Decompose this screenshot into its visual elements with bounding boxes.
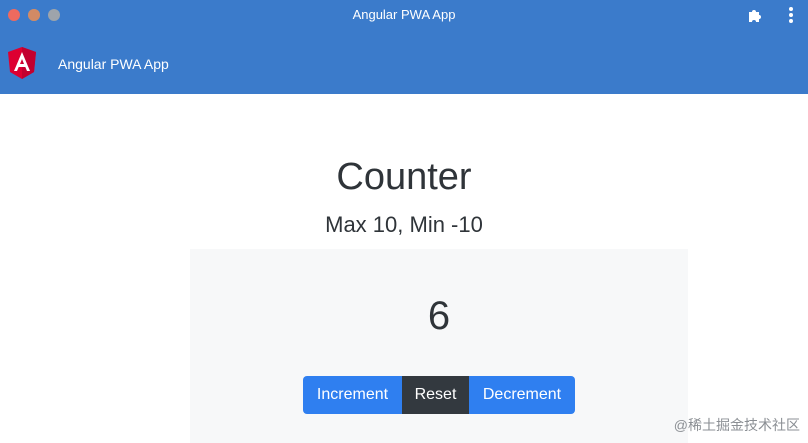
decrement-button[interactable]: Decrement bbox=[469, 376, 575, 414]
main-content: Counter Max 10, Min -10 6 Increment Rese… bbox=[0, 94, 808, 443]
angular-logo-icon bbox=[8, 47, 36, 79]
page-title: Counter bbox=[336, 156, 472, 198]
app-window: Angular PWA App Angular PWA App Counter … bbox=[0, 0, 808, 443]
puzzle-icon[interactable] bbox=[746, 6, 764, 24]
counter-button-group: Increment Reset Decrement bbox=[303, 376, 575, 414]
more-vertical-icon[interactable] bbox=[788, 5, 794, 25]
page-subtitle: Max 10, Min -10 bbox=[325, 212, 483, 237]
watermark: @稀土掘金技术社区 bbox=[673, 417, 800, 433]
counter-panel: 6 Increment Reset Decrement bbox=[190, 249, 688, 443]
increment-button[interactable]: Increment bbox=[303, 376, 402, 414]
app-name: Angular PWA App bbox=[58, 56, 169, 72]
counter-value: 6 bbox=[427, 294, 451, 338]
app-toolbar: Angular PWA App bbox=[0, 31, 808, 94]
window-titlebar: Angular PWA App bbox=[0, 0, 808, 31]
reset-button[interactable]: Reset bbox=[402, 376, 469, 414]
window-title: Angular PWA App bbox=[352, 7, 456, 22]
